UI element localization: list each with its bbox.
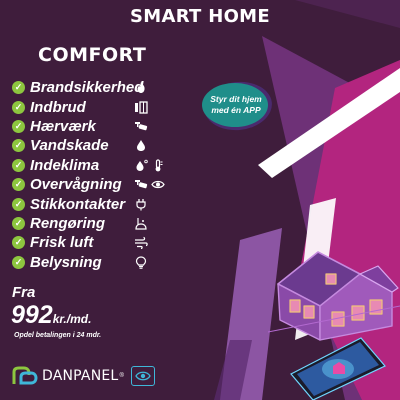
feature-label: Overvågning: [30, 176, 122, 194]
bulb-icon: [135, 256, 147, 269]
fan-icon: [135, 237, 148, 250]
eye-icon: [151, 181, 165, 189]
brand: DANPANEL ®: [12, 366, 155, 386]
price: 992kr./md.: [11, 301, 91, 330]
price-unit: kr./md.: [52, 312, 92, 326]
plug-icon: [136, 198, 146, 211]
feature-haervaerk: ✓ Hærværk: [12, 117, 148, 136]
feature-label: Indbrud: [30, 98, 86, 116]
check-icon: ✓: [12, 178, 25, 192]
humidity-icon: [136, 159, 148, 171]
feature-label: Belysning: [30, 253, 102, 271]
headline: SMART HOME: [130, 6, 270, 27]
feature-list: ✓ Brandsikkerhed ✓ Indbrud ✓ Hærværk ✓ V…: [12, 78, 165, 272]
app-badge: Styr dit hjem med én APP: [200, 79, 272, 131]
feature-indeklima: ✓ Indeklima: [12, 156, 163, 175]
check-icon: ✓: [12, 119, 25, 133]
flame-icon: [137, 82, 145, 94]
check-icon: ✓: [12, 139, 25, 153]
feature-belysning: ✓ Belysning: [12, 253, 147, 272]
smart-home-ad: SMART HOME COMFORT ✓ Brandsikkerhed ✓ In…: [0, 0, 400, 400]
camera-icon: [135, 121, 148, 131]
feature-label: Hærværk: [30, 117, 96, 135]
price-prefix: Fra: [12, 284, 36, 301]
feature-overvaagning: ✓ Overvågning: [12, 175, 165, 194]
app-badge-line2: med én APP: [211, 105, 261, 115]
feature-label: Brandsikkerhed: [30, 79, 144, 97]
package-title: COMFORT: [38, 44, 147, 66]
feature-stikkontakter: ✓ Stikkontakter: [12, 194, 146, 213]
feature-label: Indeklima: [30, 156, 100, 174]
check-icon: ✓: [12, 100, 25, 114]
check-icon: ✓: [12, 216, 25, 230]
feature-label: Frisk luft: [30, 234, 94, 252]
installment-note: Opdel betalingen i 24 mdr.: [14, 332, 102, 339]
feature-brandsikkerhed: ✓ Brandsikkerhed: [12, 78, 145, 97]
check-icon: ✓: [12, 197, 25, 211]
water-drop-icon: [137, 140, 145, 152]
price-amount: 992: [11, 301, 53, 329]
check-icon: ✓: [12, 236, 25, 250]
brand-name: DANPANEL: [42, 368, 119, 384]
eye-icon: [135, 371, 151, 381]
thermometer-icon: [155, 159, 163, 172]
smartphone-illustration: [290, 337, 386, 400]
smart-house-illustration: [268, 251, 400, 341]
feature-vandskade: ✓ Vandskade: [12, 136, 145, 155]
app-badge-line1: Styr dit hjem: [210, 94, 262, 104]
feature-rengoering: ✓ Rengøring: [12, 214, 147, 233]
window-sensor-icon: [135, 100, 148, 114]
robot-vacuum-icon: [135, 217, 147, 230]
camera-icon: [135, 180, 148, 189]
danpanel-logo-icon: [12, 366, 38, 385]
feature-indbrud: ✓ Indbrud: [12, 97, 148, 116]
feature-frisk-luft: ✓ Frisk luft: [12, 233, 148, 252]
feature-label: Stikkontakter: [30, 195, 126, 213]
check-icon: ✓: [12, 158, 25, 172]
feature-label: Vandskade: [30, 137, 109, 155]
check-icon: ✓: [12, 81, 25, 95]
feature-label: Rengøring: [30, 214, 105, 232]
check-icon: ✓: [12, 255, 25, 269]
registered-mark: ®: [119, 373, 124, 379]
eye-logo-icon: [130, 366, 155, 386]
